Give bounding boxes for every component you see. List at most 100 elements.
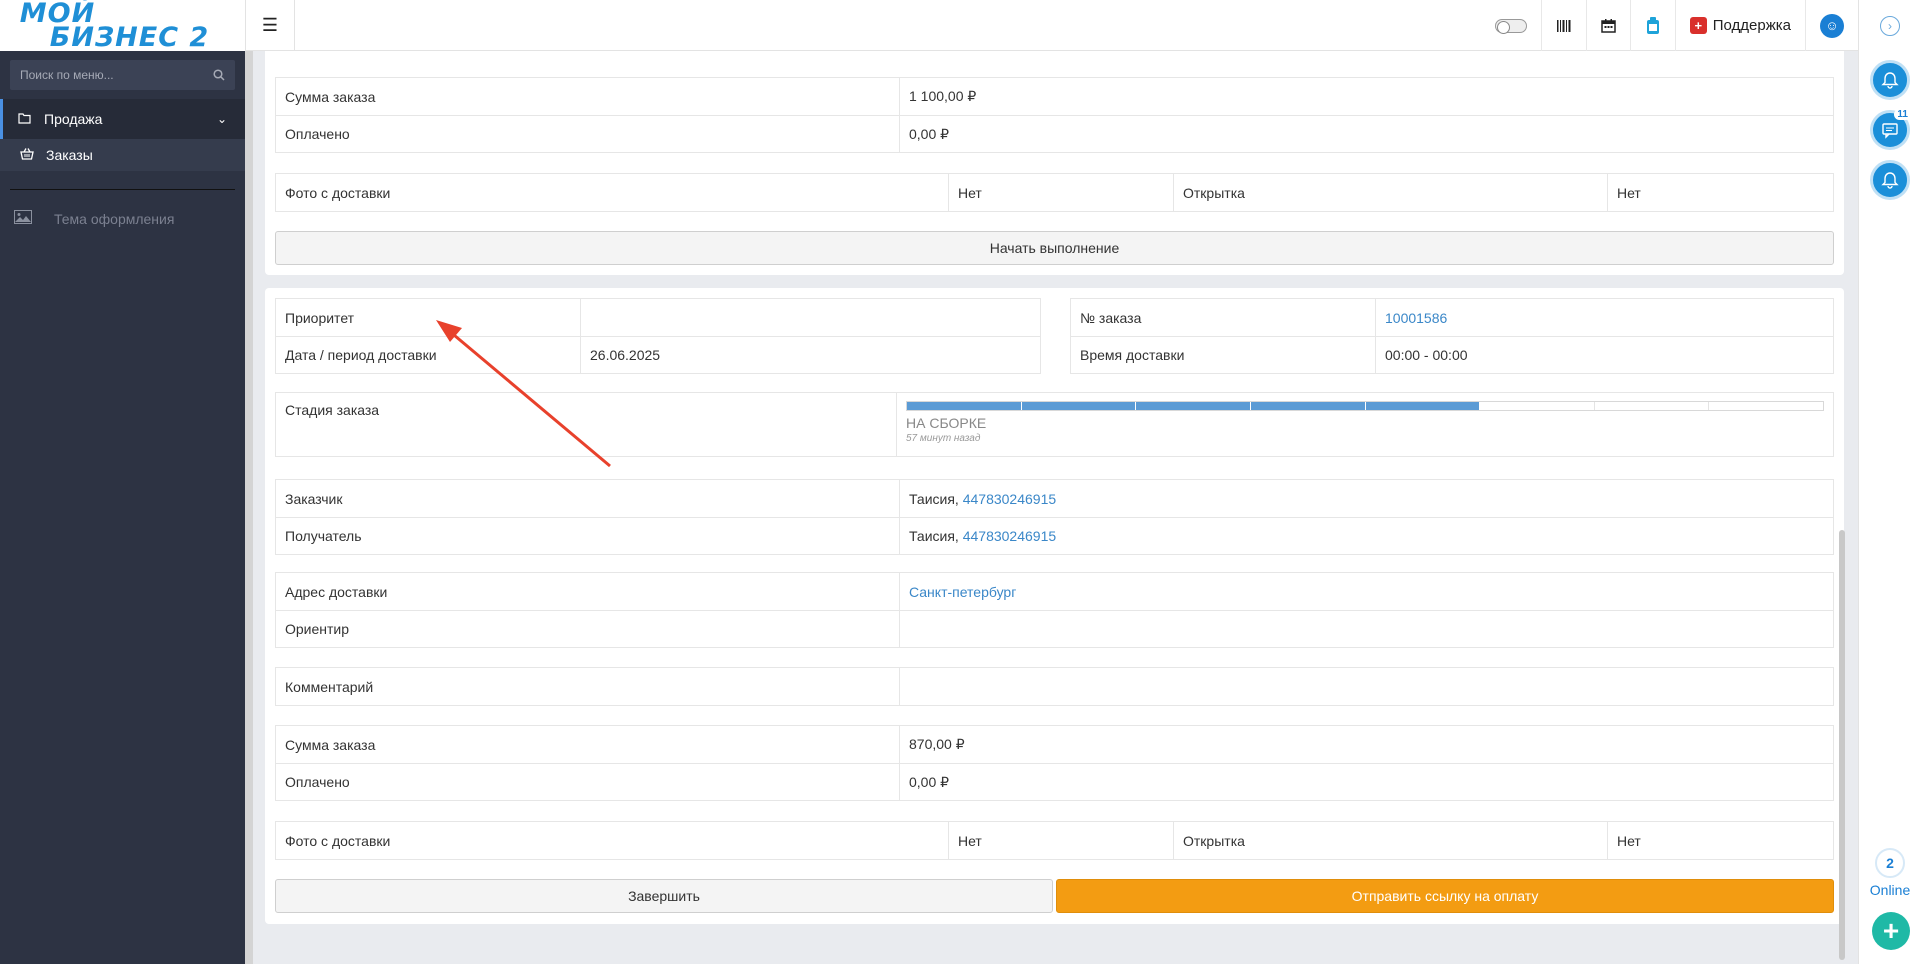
table-row: Получатель Таисия, 447830246915 — [276, 517, 1833, 554]
right-panel: › 11 2 Online + — [1839, 0, 1920, 964]
table-row: Комментарий — [276, 668, 1833, 705]
sidebar: Поиск по меню... Продажа ⌄ Заказы Тема о… — [0, 51, 253, 964]
landmark-value — [900, 611, 1833, 647]
customer-name: Таисия, — [909, 490, 959, 507]
table-row: Приоритет — [276, 299, 1040, 336]
support-label: Поддержка — [1712, 17, 1791, 34]
card-label: Открытка — [1174, 822, 1608, 859]
menu-search[interactable]: Поиск по меню... — [10, 60, 235, 90]
progress-segment — [1709, 402, 1823, 410]
sidebar-item-label: Продажа — [44, 111, 103, 127]
support-icon: + — [1689, 17, 1707, 34]
stage-name: НА СБОРКЕ — [906, 415, 987, 431]
order-card-1: Сумма заказа 1 100,00 ₽ Оплачено 0,00 ₽ … — [265, 51, 1844, 275]
progress-segment — [907, 402, 1022, 410]
photo-label: Фото с доставки — [276, 822, 949, 859]
sidebar-item-sales[interactable]: Продажа ⌄ — [0, 99, 245, 139]
paid-value: 0,00 ₽ — [909, 125, 950, 142]
customer-phone-link[interactable]: 447830246915 — [963, 491, 1056, 507]
table-row: Сумма заказа 1 100,00 ₽ — [276, 78, 1833, 115]
table-row: Фото с доставки Нет Открытка Нет — [276, 822, 1833, 859]
collapse-panel-icon[interactable]: › — [1880, 16, 1900, 36]
progress-segment — [1595, 402, 1710, 410]
sum-label: Сумма заказа — [276, 726, 900, 763]
address-link[interactable]: Санкт-петербург — [900, 573, 1833, 610]
logo-line2: БИЗНЕС 2 — [49, 21, 210, 53]
order-card-2: Приоритет Дата / период доставки 26.06.2… — [265, 288, 1844, 924]
paid-value: 0,00 ₽ — [909, 773, 950, 790]
order-info-right: № заказа 10001586 Время доставки 00:00 -… — [1070, 298, 1834, 374]
table-row: Оплачено 0,00 ₽ — [276, 115, 1833, 152]
support-link[interactable]: + Поддержка — [1674, 0, 1805, 51]
progress-segment — [1365, 402, 1481, 410]
progress-segment — [1021, 402, 1137, 410]
delivery-date-value: 26.06.2025 — [590, 347, 661, 363]
card-label: Открытка — [1174, 174, 1608, 211]
table-row: Ориентир — [276, 610, 1833, 647]
table-row: Фото с доставки Нет Открытка Нет — [276, 174, 1833, 211]
chat-icon[interactable]: 11 — [1870, 109, 1911, 150]
customer-table: Заказчик Таисия, 447830246915 Получатель… — [275, 479, 1834, 555]
order-info-left: Приоритет Дата / период доставки 26.06.2… — [275, 298, 1041, 374]
sidebar-item-label: Заказы — [46, 147, 93, 163]
progress-segment — [1136, 402, 1251, 410]
table-row: Адрес доставки Санкт-петербург — [276, 573, 1833, 610]
paid-label: Оплачено — [276, 764, 900, 800]
chat-badge: 11 — [1894, 109, 1911, 120]
sidebar-item-theme[interactable]: Тема оформления — [0, 202, 245, 236]
app-icon[interactable] — [1629, 0, 1675, 51]
logo[interactable]: МОЙ БИЗНЕС 2 — [0, 0, 245, 51]
card-value: Нет — [1617, 832, 1641, 849]
sidebar-scroll-gutter — [245, 51, 253, 964]
sidebar-item-orders[interactable]: Заказы — [0, 139, 245, 171]
search-input[interactable]: Поиск по меню... — [20, 68, 114, 82]
recipient-label: Получатель — [276, 518, 900, 554]
table-row: Заказчик Таисия, 447830246915 — [276, 480, 1833, 517]
user-menu[interactable]: ☺ — [1805, 0, 1858, 51]
image-icon — [14, 209, 54, 229]
table-row: Оплачено 0,00 ₽ — [276, 763, 1833, 800]
delivery-time-value: 00:00 - 00:00 — [1385, 347, 1468, 363]
comment-table: Комментарий — [275, 667, 1834, 706]
table-row: № заказа 10001586 — [1071, 299, 1833, 336]
sidebar-divider — [10, 189, 235, 190]
user-icon: ☺ — [1820, 13, 1844, 38]
priority-label: Приоритет — [276, 299, 581, 336]
calendar-icon[interactable] — [1585, 0, 1630, 51]
page-scrollbar[interactable] — [1839, 530, 1845, 960]
add-button[interactable]: + — [1872, 912, 1910, 950]
online-counter[interactable]: 2 Online — [1859, 848, 1920, 898]
finish-button[interactable]: Завершить — [275, 879, 1053, 913]
order-number-label: № заказа — [1071, 299, 1376, 336]
order-sum-table: Сумма заказа 870,00 ₽ Оплачено 0,00 ₽ — [275, 725, 1834, 801]
customer-value: Таисия, 447830246915 — [900, 480, 1833, 517]
folder-icon — [18, 112, 36, 127]
comment-value — [900, 668, 1833, 705]
order-number-link[interactable]: 10001586 — [1376, 299, 1833, 336]
sum-label: Сумма заказа — [276, 78, 900, 115]
comment-label: Комментарий — [276, 668, 900, 705]
order-stage-table: Стадия заказа НА СБОРКЕ 57 минут назад — [275, 392, 1834, 457]
toggle-switch[interactable] — [1494, 18, 1527, 34]
online-label: Online — [1869, 882, 1911, 898]
progress-segment — [1480, 402, 1595, 410]
search-icon — [213, 69, 225, 81]
online-count: 2 — [1875, 848, 1905, 878]
notifications-bell-icon[interactable] — [1870, 160, 1910, 200]
card-value: Нет — [1617, 184, 1641, 201]
stage-time: 57 минут назад — [906, 433, 981, 444]
recipient-phone-link[interactable]: 447830246915 — [963, 528, 1056, 544]
sum-value: 870,00 ₽ — [909, 736, 965, 752]
menu-icon[interactable]: ☰ — [245, 0, 295, 51]
send-payment-link-button[interactable]: Отправить ссылку на оплату — [1056, 879, 1834, 913]
bell-icon[interactable] — [1870, 60, 1910, 100]
start-fulfillment-button[interactable]: Начать выполнение — [275, 231, 1834, 265]
customer-label: Заказчик — [276, 480, 900, 517]
barcode-icon[interactable] — [1540, 0, 1586, 51]
top-bar: МОЙ БИЗНЕС 2 ☰ + Поддержка ☺ — [0, 0, 1858, 51]
priority-value — [581, 299, 1040, 336]
order-sum-table: Сумма заказа 1 100,00 ₽ Оплачено 0,00 ₽ — [275, 77, 1834, 153]
theme-toggle[interactable] — [1481, 0, 1541, 51]
landmark-label: Ориентир — [276, 611, 900, 647]
table-row: Сумма заказа 870,00 ₽ — [276, 726, 1833, 763]
